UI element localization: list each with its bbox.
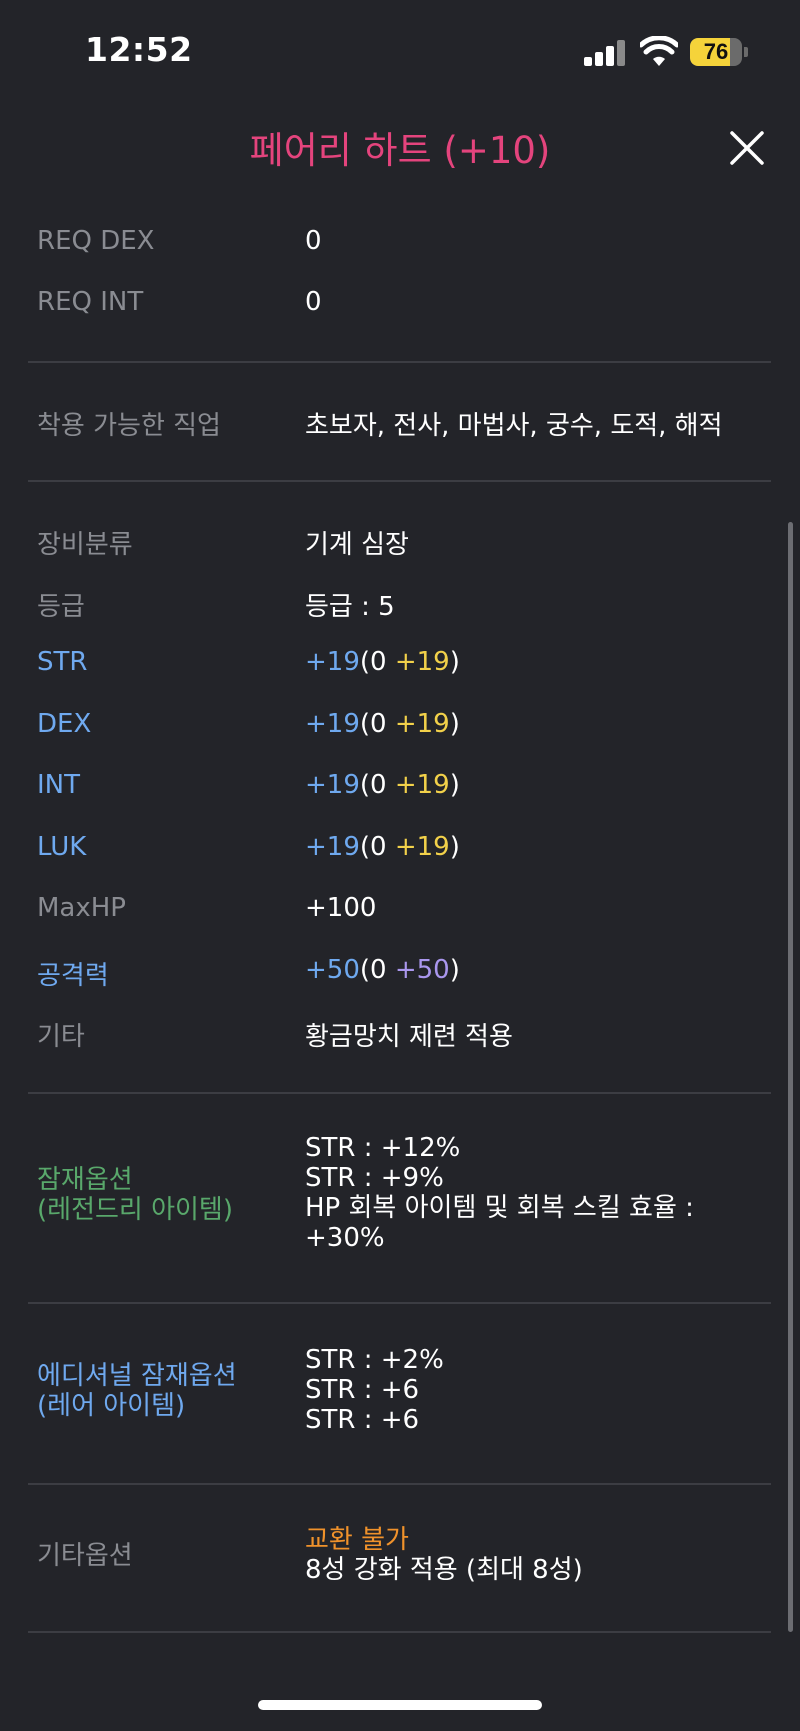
additional-potential-lines: STR : +2% STR : +6 STR : +6 [305, 1345, 745, 1435]
stat-value: +19(0 +19) [305, 770, 460, 800]
attack-value: +50(0 +50) [305, 955, 460, 985]
stat-value: +19(0 +19) [305, 647, 460, 677]
stat-label: LUK [37, 832, 87, 862]
req-int-label: REQ INT [37, 287, 144, 317]
scrollbar[interactable] [788, 522, 793, 1632]
stat-value: +19(0 +19) [305, 709, 460, 739]
cellular-signal-icon [584, 40, 626, 66]
maxhp-value: +100 [305, 893, 377, 923]
untradeable-text: 교환 불가 [305, 1525, 409, 1555]
additional-line: STR : +6 [305, 1375, 420, 1405]
stat-label: DEX [37, 709, 92, 739]
potential-line: +30% [305, 1223, 385, 1253]
etc-label: 기타 [37, 1022, 85, 1052]
divider [28, 1631, 771, 1633]
potential-lines: STR : +12% STR : +9% HP 회복 아이템 및 회복 스킬 효… [305, 1133, 745, 1253]
grade-value: 등급 : 5 [305, 592, 395, 622]
item-title: 페어리 하트 (+10) [249, 129, 551, 172]
stat-label: INT [37, 770, 80, 800]
divider [28, 1483, 771, 1485]
battery-cap [744, 47, 748, 57]
category-value: 기계 심장 [305, 530, 409, 560]
category-label: 장비분류 [37, 530, 133, 560]
req-int-value: 0 [305, 287, 322, 317]
additional-line: STR : +6 [305, 1405, 420, 1435]
additional-potential-label: 에디셔널 잠재옵션 (레어 아이템) [37, 1361, 237, 1421]
divider [28, 1302, 771, 1304]
etc-options-label: 기타옵션 [37, 1541, 133, 1571]
wifi-icon [640, 36, 678, 66]
potential-line: STR : +9% [305, 1163, 444, 1193]
maxhp-label: MaxHP [37, 893, 126, 923]
status-time: 12:52 [85, 30, 193, 69]
potential-line: HP 회복 아이템 및 회복 스킬 효율 : [305, 1193, 694, 1223]
battery-percentage: 76 [703, 39, 729, 64]
grade-label: 등급 [37, 592, 85, 622]
stat-value: +19(0 +19) [305, 832, 460, 862]
divider [28, 1092, 771, 1094]
home-indicator[interactable] [258, 1700, 542, 1710]
divider [28, 480, 771, 482]
battery-icon: 76 [690, 38, 742, 66]
jobs-label: 착용 가능한 직업 [37, 411, 221, 441]
close-icon[interactable] [726, 127, 768, 169]
star-force-text: 8성 강화 적용 (최대 8성) [305, 1555, 583, 1585]
additional-line: STR : +2% [305, 1345, 444, 1375]
attack-label: 공격력 [37, 961, 109, 991]
potential-line: STR : +12% [305, 1133, 461, 1163]
divider [28, 361, 771, 363]
req-dex-value: 0 [305, 226, 322, 256]
jobs-value: 초보자, 전사, 마법사, 궁수, 도적, 해적 [305, 411, 723, 441]
etc-options-lines: 교환 불가 8성 강화 적용 (최대 8성) [305, 1525, 745, 1585]
etc-value: 황금망치 제련 적용 [305, 1022, 513, 1052]
potential-label: 잠재옵션 (레전드리 아이템) [37, 1165, 233, 1225]
status-bar: 12:52 76 [0, 0, 800, 100]
req-dex-label: REQ DEX [37, 226, 155, 256]
stat-label: STR [37, 647, 88, 677]
